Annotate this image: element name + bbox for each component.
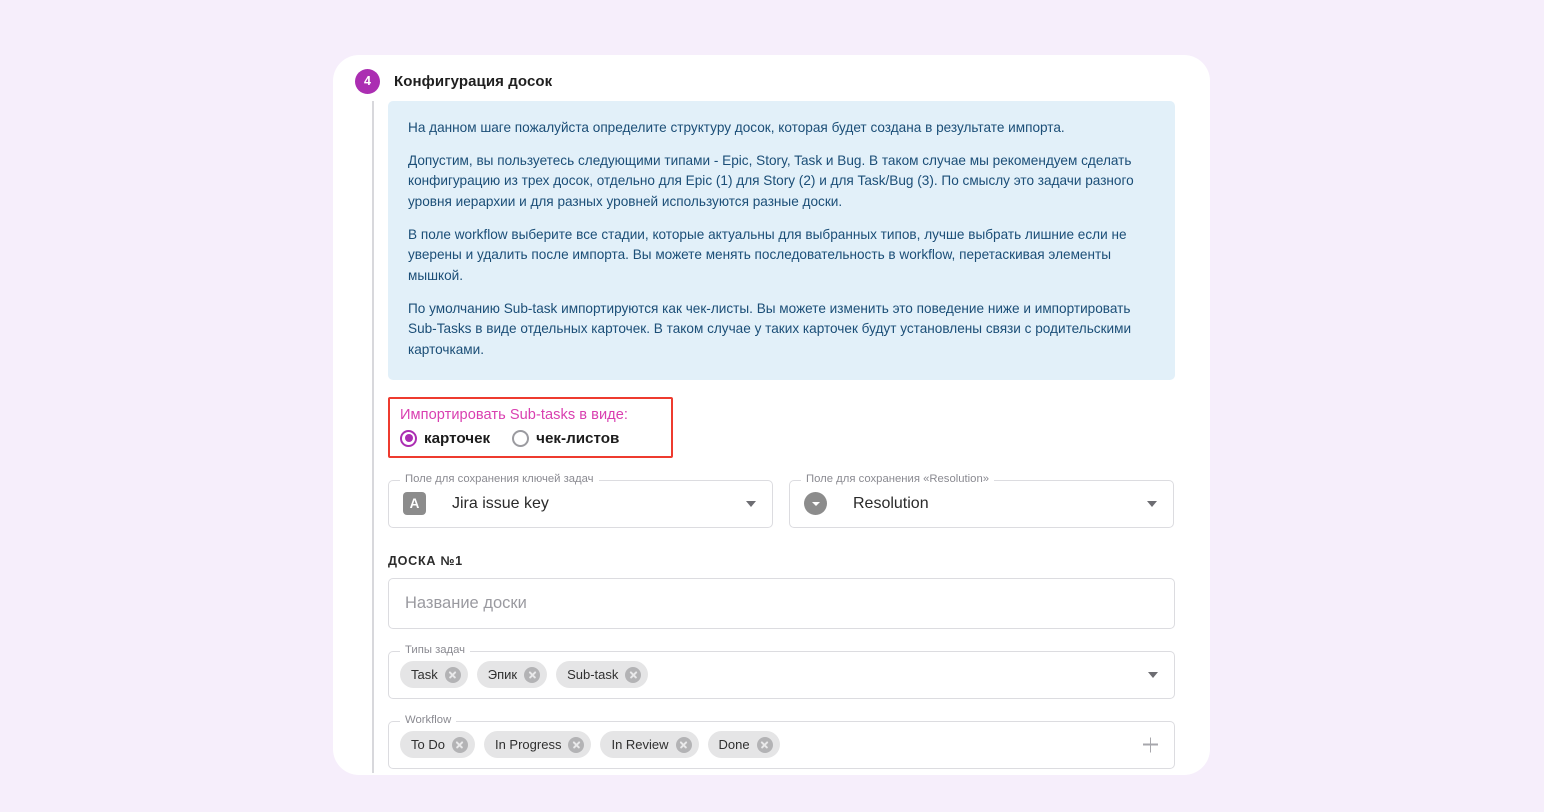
field-mapping-row: Поле для сохранения ключей задач A Jira …	[388, 473, 1175, 528]
chip-remove-icon[interactable]	[625, 666, 642, 683]
task-type-chip[interactable]: Эпик	[476, 661, 548, 689]
chip-remove-icon[interactable]	[568, 736, 585, 753]
task-type-chip[interactable]: Sub-task	[556, 661, 649, 689]
radio-option-cards-label: карточек	[424, 429, 491, 447]
subtask-import-mode-label: Импортировать Sub-tasks в виде:	[400, 406, 629, 423]
step-number-badge: 4	[355, 69, 380, 94]
issue-key-field-legend: Поле для сохранения ключей задач	[400, 473, 599, 485]
workflow-chip[interactable]: To Do	[400, 731, 475, 759]
chip-label: Task	[411, 667, 438, 683]
info-paragraph-2: Допустим, вы пользуетесь следующими типа…	[408, 152, 1134, 209]
radio-unselected-icon[interactable]	[512, 429, 530, 447]
chevron-down-icon[interactable]	[1147, 500, 1157, 507]
chevron-down-icon[interactable]	[746, 500, 756, 507]
stepper-connector-line	[372, 101, 374, 773]
workflow-chip[interactable]: In Review	[600, 731, 699, 759]
chip-remove-icon[interactable]	[675, 736, 692, 753]
resolution-field-select[interactable]: Поле для сохранения «Resolution» Resolut…	[789, 473, 1174, 528]
chip-label: Эпик	[487, 667, 518, 683]
info-paragraph-4: По умолчанию Sub-task импортируются как …	[408, 300, 1132, 357]
chip-remove-icon[interactable]	[451, 736, 468, 753]
chip-label: In Progress	[494, 737, 562, 753]
page-title: Конфигурация досок	[394, 73, 553, 90]
chip-label: Sub-task	[567, 667, 619, 683]
info-paragraph-3: В поле workflow выберите все стадии, кот…	[408, 226, 1127, 283]
chevron-down-icon[interactable]	[1148, 671, 1158, 678]
workflow-chip[interactable]: In Progress	[483, 731, 592, 759]
board-name-placeholder: Название доски	[405, 593, 527, 612]
board-heading: ДОСКА №1	[388, 553, 463, 568]
text-field-icon: A	[403, 492, 426, 516]
radio-option-checklists[interactable]: чек-листов	[512, 429, 620, 447]
subtask-import-mode-group: Импортировать Sub-tasks в виде: карточек…	[388, 396, 673, 458]
board-name-input[interactable]: Название доски	[388, 577, 1175, 629]
chip-remove-icon[interactable]	[756, 736, 773, 753]
task-type-chip[interactable]: Task	[400, 661, 468, 689]
step-header: 4 Конфигурация досок	[355, 69, 552, 94]
subtask-import-mode-options: карточек чек-листов	[400, 429, 661, 447]
board-configuration-card: 4 Конфигурация досок На данном шаге пожа…	[333, 55, 1210, 775]
workflow-select[interactable]: Workflow To Do In Progress In Review Don…	[388, 714, 1175, 769]
chip-label: In Review	[611, 737, 669, 753]
step-content: На данном шаге пожалуйста определите стр…	[388, 101, 1175, 775]
plus-icon[interactable]	[1143, 737, 1158, 753]
app-root: 4 Конфигурация досок На данном шаге пожа…	[0, 0, 1544, 812]
info-paragraph-1: На данном шаге пожалуйста определите стр…	[408, 120, 1065, 135]
issue-key-field-select[interactable]: Поле для сохранения ключей задач A Jira …	[388, 473, 773, 528]
workflow-legend: Workflow	[400, 714, 457, 726]
chip-remove-icon[interactable]	[444, 666, 461, 683]
resolution-field-value: Resolution	[853, 494, 929, 512]
info-box: На данном шаге пожалуйста определите стр…	[388, 101, 1175, 380]
chip-label: Done	[718, 737, 750, 753]
select-field-icon	[804, 492, 827, 516]
radio-option-cards[interactable]: карточек	[400, 429, 491, 447]
task-types-select[interactable]: Типы задач Task Эпик Sub-task	[388, 644, 1175, 699]
issue-key-field-value: Jira issue key	[452, 494, 549, 512]
chip-label: To Do	[411, 737, 445, 753]
task-types-legend: Типы задач	[400, 644, 471, 656]
radio-option-checklists-label: чек-листов	[536, 429, 620, 447]
resolution-field-legend: Поле для сохранения «Resolution»	[801, 473, 995, 485]
chip-remove-icon[interactable]	[524, 666, 541, 683]
workflow-chip[interactable]: Done	[707, 731, 780, 759]
radio-selected-icon[interactable]	[400, 429, 417, 447]
